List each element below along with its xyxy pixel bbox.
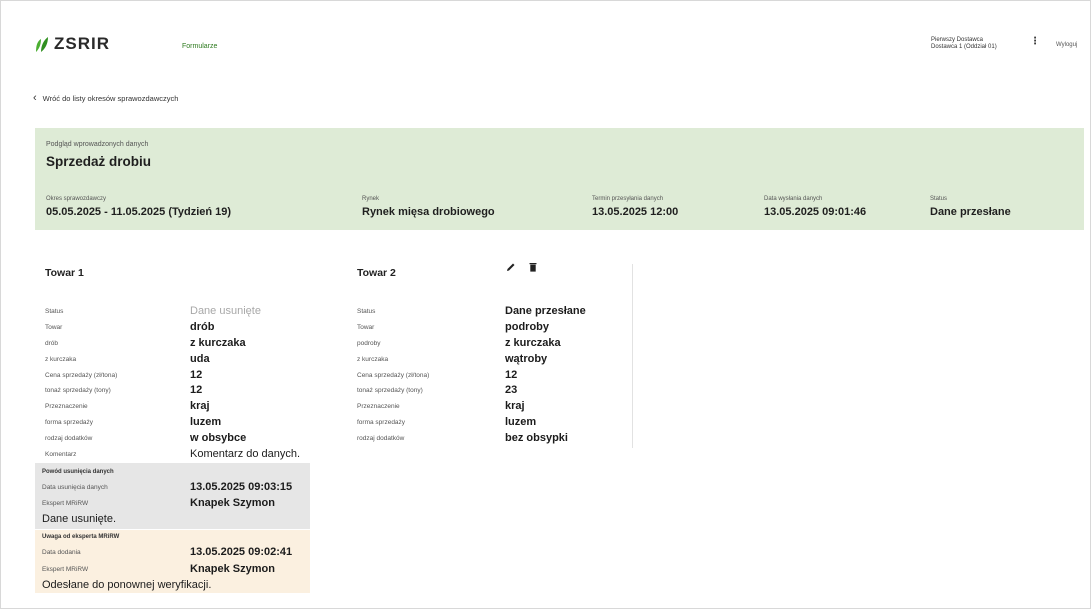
t2-price-value: 12 — [505, 369, 518, 381]
removal-date-label: Data usunięcia danych — [42, 484, 108, 491]
expert-note-date-label: Data dodania — [42, 549, 81, 556]
t1-destination-value: kraj — [190, 400, 210, 412]
t2-price-label: Cena sprzedaży (zł/tona) — [357, 372, 430, 379]
expert-note-date-value: 13.05.2025 09:02:41 — [190, 546, 293, 558]
logout-link[interactable]: Wyloguj — [1056, 42, 1077, 48]
removal-note: Dane usunięte. — [42, 513, 116, 525]
removal-heading: Powód usunięcia danych — [42, 469, 114, 475]
sent-date-label: Data wysłania danych — [764, 196, 823, 202]
t1-form-value: luzem — [190, 416, 222, 428]
t1-additives-value: w obsybce — [190, 432, 247, 444]
t2-towar-value: podroby — [505, 321, 549, 333]
t2-podroby-value: z kurczaka — [505, 337, 561, 349]
trash-icon[interactable] — [529, 262, 537, 272]
t1-comment-value: Komentarz do danych. — [190, 448, 301, 460]
towar1-title: Towar 1 — [45, 267, 84, 279]
t2-tonnage-label: tonaż sprzedaży (tony) — [357, 387, 423, 394]
market-value: Rynek mięsa drobiowego — [362, 206, 495, 218]
t1-kurczak-value: uda — [190, 353, 210, 365]
t1-status-value: Dane usunięte — [190, 305, 261, 317]
back-link-label: Wróć do listy okresów sprawozdawczych — [42, 93, 179, 103]
sent-date-value: 13.05.2025 09:01:46 — [764, 206, 867, 218]
expert-note-expert-label: Ekspert MRiRW — [42, 566, 89, 573]
towar2-title: Towar 2 — [357, 267, 396, 279]
t1-price-value: 12 — [190, 369, 203, 381]
pencil-icon[interactable] — [506, 262, 516, 272]
nav-forms-link[interactable]: Formularze — [182, 43, 217, 50]
logo[interactable]: ZSRIR — [34, 34, 110, 54]
t1-additives-label: rodzaj dodatków — [45, 435, 93, 442]
user-unit: Dostawca 1 (Oddział 01) — [931, 44, 997, 50]
t2-destination-label: Przeznaczenie — [357, 403, 400, 410]
t2-kurczak-value: wątroby — [505, 353, 548, 365]
removal-expert-label: Ekspert MRiRW — [42, 500, 89, 507]
expert-note-expert-value: Knapek Szymon — [190, 563, 275, 575]
t1-towar-value: drób — [190, 321, 215, 333]
user-name: Pierwszy Dostawca — [931, 37, 984, 43]
expert-note-heading: Uwaga od eksperta MRiRW — [42, 534, 120, 540]
more-options-icon[interactable]: ⋮ — [1030, 36, 1040, 47]
period-value: 05.05.2025 - 11.05.2025 (Tydzień 19) — [46, 206, 232, 218]
t1-form-label: forma sprzedaży — [45, 419, 94, 426]
back-link[interactable]: ‹ Wróć do listy okresów sprawozdawczych — [33, 92, 178, 104]
banner-subtitle: Podgląd wprowadzonych danych — [46, 141, 149, 148]
market-label: Rynek — [362, 196, 380, 202]
t2-destination-value: kraj — [505, 400, 525, 412]
logo-text: ZSRIR — [54, 34, 110, 53]
t1-kurczak-label: z kurczaka — [45, 356, 77, 363]
t1-price-label: Cena sprzedaży (zł/tona) — [45, 372, 118, 379]
removal-date-value: 13.05.2025 09:03:15 — [190, 481, 293, 493]
t2-tonnage-value: 23 — [505, 384, 518, 396]
t2-kurczak-label: z kurczaka — [357, 356, 389, 363]
t1-destination-label: Przeznaczenie — [45, 403, 88, 410]
t2-towar-label: Towar — [357, 324, 375, 331]
page-title: Sprzedaż drobiu — [46, 154, 152, 169]
t1-towar-label: Towar — [45, 324, 63, 331]
t1-comment-label: Komentarz — [45, 451, 77, 458]
t1-drob-label: drób — [45, 340, 59, 347]
status-label: Status — [930, 196, 948, 202]
t2-additives-label: rodzaj dodatków — [357, 435, 405, 442]
leaf-logo-icon — [36, 37, 48, 52]
t1-tonnage-value: 12 — [190, 384, 203, 396]
t1-tonnage-label: tonaż sprzedaży (tony) — [45, 387, 111, 394]
t2-additives-value: bez obsypki — [505, 432, 568, 444]
t1-status-label: Status — [45, 308, 64, 315]
chevron-left-icon: ‹ — [33, 92, 37, 104]
column-divider — [632, 264, 633, 448]
t2-form-label: forma sprzedaży — [357, 419, 406, 426]
expert-note-text: Odesłane do ponownej weryfikacji. — [42, 579, 212, 591]
deadline-value: 13.05.2025 12:00 — [592, 206, 679, 218]
t1-drob-value: z kurczaka — [190, 337, 246, 349]
t2-podroby-label: podroby — [357, 340, 381, 347]
t2-form-value: luzem — [505, 416, 537, 428]
t2-status-label: Status — [357, 308, 376, 315]
removal-expert-value: Knapek Szymon — [190, 497, 275, 509]
t2-status-value: Dane przesłane — [505, 305, 586, 317]
status-value: Dane przesłane — [930, 206, 1011, 218]
deadline-label: Termin przesyłania danych — [592, 196, 664, 202]
user-info[interactable]: Pierwszy Dostawca Dostawca 1 (Oddział 01… — [931, 37, 997, 51]
period-label: Okres sprawozdawczy — [46, 196, 107, 202]
